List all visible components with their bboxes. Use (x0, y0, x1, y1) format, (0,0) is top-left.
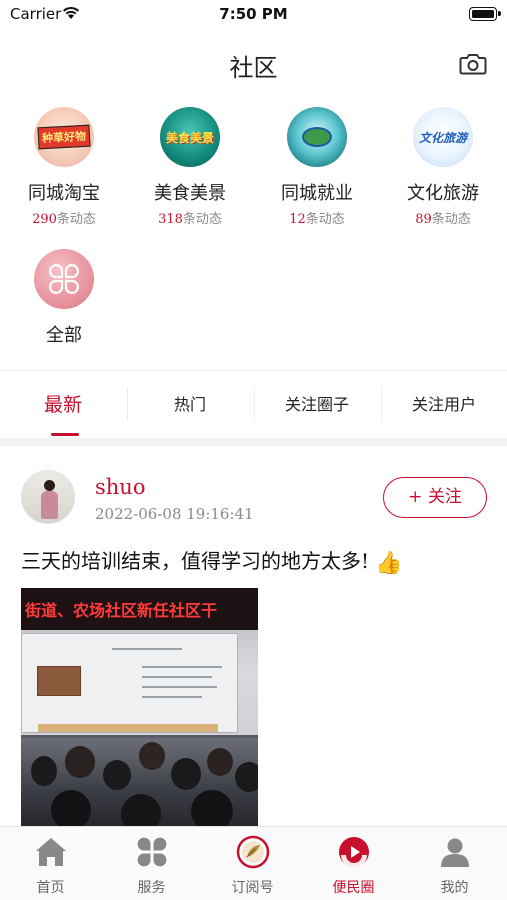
avatar[interactable] (21, 470, 75, 524)
tab-hot[interactable]: 热门 (127, 372, 253, 438)
cover-badge: 文化旅游 (418, 130, 467, 145)
thumbs-up-icon: 👍 (375, 551, 403, 576)
tabbar-label: 便民圈 (332, 880, 375, 896)
circle-name: 同城淘宝 (28, 183, 100, 204)
post-username[interactable]: shuo (95, 475, 145, 499)
circle-name: 全部 (46, 325, 82, 346)
home-icon (36, 838, 66, 866)
subscription-icon (236, 835, 270, 869)
circle-cover-image (34, 249, 94, 309)
battery-icon (469, 7, 501, 21)
profile-icon (441, 838, 469, 867)
circle-name: 文化旅游 (407, 183, 479, 204)
tabbar-item-services[interactable]: 服务 (101, 827, 202, 900)
tabbar-label: 我的 (440, 880, 469, 896)
divider (0, 370, 507, 371)
circle-cover-image: 种草好物 (34, 107, 94, 167)
globe-icon (302, 127, 332, 147)
cover-badge: 美食美景 (165, 130, 214, 145)
clover-icon (49, 264, 79, 294)
tabbar-label: 服务 (137, 880, 166, 896)
tabbar-item-subscriptions[interactable]: 订阅号 (202, 827, 303, 900)
cover-badge: 种草好物 (37, 124, 91, 150)
tab-latest[interactable]: 最新 (0, 372, 126, 438)
tabbar-item-community[interactable]: 便民圈 (303, 827, 404, 900)
tabbar-item-profile[interactable]: 我的 (404, 827, 505, 900)
circle-name: 美食美景 (154, 183, 226, 204)
circle-cover-image: 美食美景 (160, 107, 220, 167)
tabbar-item-home[interactable]: 首页 (0, 827, 101, 900)
active-tab-indicator (51, 433, 79, 436)
camera-icon[interactable] (459, 52, 487, 76)
circle-count: 318条动态 (158, 212, 222, 227)
circle-item-taobao[interactable]: 种草好物 同城淘宝 290条动态 (14, 107, 114, 227)
circle-count: 12条动态 (289, 212, 345, 227)
grid-icon (137, 837, 167, 867)
circle-count: 89条动态 (415, 212, 471, 227)
post-text: 三天的培训结束，值得学习的地方太多! 👍 (21, 549, 403, 576)
follow-button[interactable]: + 关注 (383, 477, 487, 518)
circle-item-all[interactable]: 全部 (14, 249, 114, 347)
circle-item-food[interactable]: 美食美景 美食美景 318条动态 (140, 107, 240, 227)
page-title: 社区 (229, 54, 278, 82)
bottom-tab-bar: 首页 服务 订阅号 便民圈 我的 (0, 826, 507, 900)
community-icon (339, 837, 369, 868)
post-timestamp: 2022-06-08 19:16:41 (95, 505, 254, 523)
photo-banner-text: 街道、农场社区新任社区干 (25, 601, 218, 620)
section-gap (0, 438, 507, 446)
circle-count: 290条动态 (32, 212, 96, 227)
tab-following-users[interactable]: 关注用户 (381, 372, 507, 438)
tab-following-circles[interactable]: 关注圈子 (254, 372, 380, 438)
circle-item-jobs[interactable]: 同城就业 12条动态 (267, 107, 367, 227)
post-photo[interactable]: 街道、农场社区新任社区干 (21, 588, 258, 826)
status-bar: Carrier 7:50 PM (0, 0, 507, 30)
circle-name: 同城就业 (281, 183, 353, 204)
tabbar-label: 订阅号 (231, 880, 274, 896)
circle-item-travel[interactable]: 文化旅游 文化旅游 89条动态 (393, 107, 493, 227)
circle-cover-image: 文化旅游 (413, 107, 473, 167)
clock: 7:50 PM (219, 5, 288, 23)
circle-cover-image (287, 107, 347, 167)
tabbar-label: 首页 (36, 880, 65, 896)
